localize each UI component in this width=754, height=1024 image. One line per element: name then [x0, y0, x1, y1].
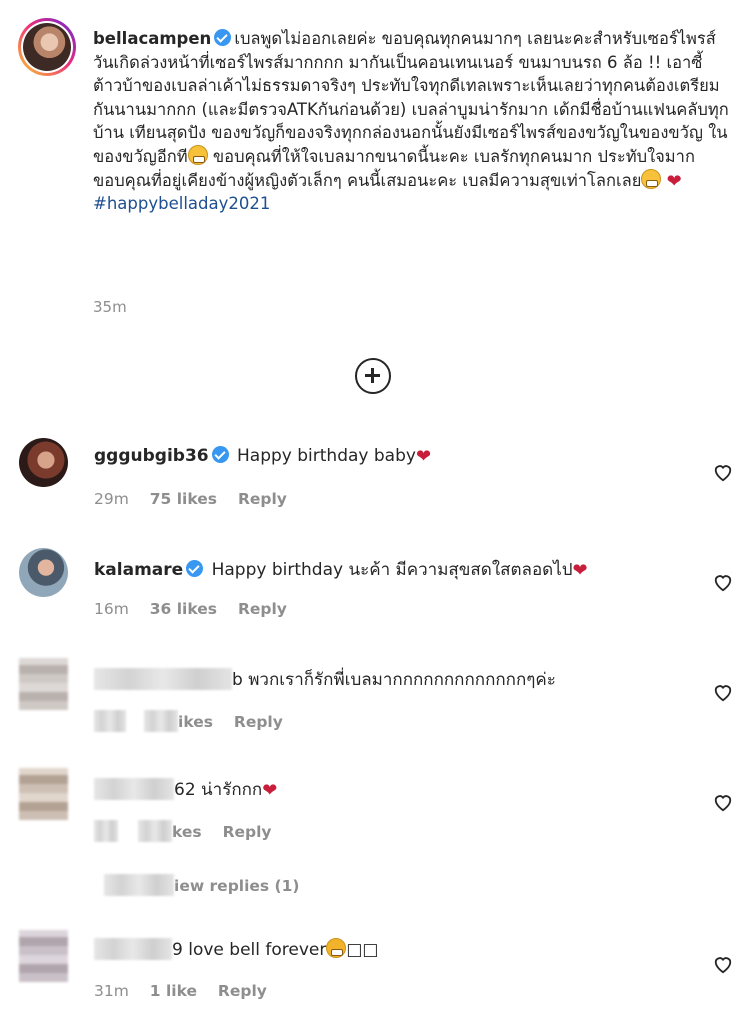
view-replies-row[interactable]: iew replies (1)	[104, 874, 316, 896]
commenter-username-tail[interactable]: b	[232, 670, 243, 690]
like-heart-icon[interactable]	[712, 792, 734, 812]
grin-emoji-icon	[641, 168, 662, 189]
comment-text: น่ารักกก	[201, 780, 263, 800]
caption-username[interactable]: bellacampen	[93, 29, 211, 48]
comment-likes[interactable]: ikes	[178, 713, 213, 731]
comment-likes[interactable]: kes	[172, 823, 202, 841]
comment-item: b พวกเราก็รักพี่เบลมากกกกกกกกกกกกกๆค่ะ i…	[0, 650, 754, 760]
blurred-username	[94, 938, 172, 960]
heart-emoji-icon: ❤	[262, 780, 278, 801]
heart-emoji-icon: ❤	[415, 446, 432, 467]
blurred-username	[94, 778, 174, 800]
verified-badge-icon	[186, 560, 204, 577]
comment-time: 31m	[94, 982, 129, 1000]
like-heart-icon[interactable]	[712, 462, 734, 482]
comment-meta: 31m 1 like Reply	[94, 982, 283, 1000]
comment-text: Happy birthday นะค้า มีความสุขสดใสตลอดไป	[211, 560, 573, 580]
caption-hashtag[interactable]: #happybelladay2021	[93, 192, 733, 216]
comment-text: พวกเราก็รักพี่เบลมากกกกกกกกกกกกกๆค่ะ	[248, 670, 556, 690]
blurred-username	[94, 668, 232, 690]
commenter-username-tail[interactable]: 62	[174, 780, 196, 800]
comment-text: Happy birthday baby	[237, 446, 416, 466]
heart-emoji-icon: ❤	[572, 560, 588, 581]
like-heart-icon[interactable]	[712, 572, 734, 592]
commenter-avatar-blurred[interactable]	[19, 658, 68, 710]
verified-badge-icon	[214, 29, 232, 46]
comment-time: 29m	[94, 490, 129, 508]
comment-body: 9 love bell forever □□	[94, 938, 378, 960]
comment-body: kalamare Happy birthday นะค้า มีความสุขส…	[94, 556, 588, 583]
reply-button[interactable]: Reply	[238, 600, 287, 618]
caption-time: 35m	[93, 298, 127, 316]
comment-meta: kes Reply	[94, 820, 288, 842]
reply-button[interactable]: Reply	[223, 823, 272, 841]
caption-text-block: bellacampen เบลพูดไม่ออกเลยค่ะ ขอบคุณทุกค…	[93, 27, 733, 216]
commenter-username[interactable]: gggubgib36	[94, 446, 209, 466]
reply-button[interactable]: Reply	[238, 490, 287, 508]
comment-likes[interactable]: 75 likes	[150, 490, 217, 508]
comment-item: 62 น่ารักกก❤ kes Reply iew replies (1)	[0, 760, 754, 910]
heart-emoji-icon: ❤	[666, 170, 682, 192]
like-heart-icon[interactable]	[712, 954, 734, 974]
comment-item: kalamare Happy birthday นะค้า มีความสุขส…	[0, 540, 754, 650]
commenter-avatar[interactable]	[19, 548, 68, 597]
reply-button[interactable]: Reply	[218, 982, 267, 1000]
blurred-time	[94, 820, 118, 842]
blurred-likes	[138, 820, 172, 842]
comment-meta: ikes Reply	[94, 710, 299, 732]
load-more-comments-button[interactable]	[355, 358, 391, 394]
verified-badge-icon	[211, 446, 229, 463]
caption-body: เบลพูดไม่ออกเลยค่ะ ขอบคุณทุกคนมากๆ เลยนะ…	[93, 29, 729, 166]
comment-item: gggubgib36 Happy birthday baby❤ 29m 75 l…	[0, 430, 754, 540]
commenter-avatar[interactable]	[19, 438, 68, 487]
view-replies-button[interactable]: iew replies (1)	[174, 877, 300, 895]
grin-emoji-icon	[187, 144, 208, 165]
comment-text: love bell forever	[188, 940, 327, 960]
comment-body: 62 น่ารักกก❤	[94, 776, 277, 803]
commenter-username-tail[interactable]: 9	[172, 940, 183, 960]
blurred-likes	[144, 710, 178, 732]
comment-meta: 16m 36 likes Reply	[94, 600, 303, 618]
commenter-username[interactable]: kalamare	[94, 560, 183, 580]
comment-item: 9 love bell forever □□ 31m 1 like Reply	[0, 922, 754, 1022]
commenter-avatar-blurred[interactable]	[19, 930, 68, 982]
reply-button[interactable]: Reply	[234, 713, 283, 731]
heart-eyes-emoji-icon	[326, 938, 347, 958]
blurred-replies-line	[104, 874, 174, 896]
comment-likes[interactable]: 1 like	[150, 982, 197, 1000]
commenter-avatar-blurred[interactable]	[19, 768, 68, 820]
like-heart-icon[interactable]	[712, 682, 734, 702]
blurred-time	[94, 710, 126, 732]
comment-body: b พวกเราก็รักพี่เบลมากกกกกกกกกกกกกๆค่ะ	[94, 666, 556, 693]
author-avatar[interactable]	[18, 18, 76, 76]
comment-body: gggubgib36 Happy birthday baby❤	[94, 446, 432, 467]
comment-meta: 29m 75 likes Reply	[94, 490, 303, 508]
comment-likes[interactable]: 36 likes	[150, 600, 217, 618]
comment-trailing: □□	[346, 940, 379, 960]
comment-time: 16m	[94, 600, 129, 618]
